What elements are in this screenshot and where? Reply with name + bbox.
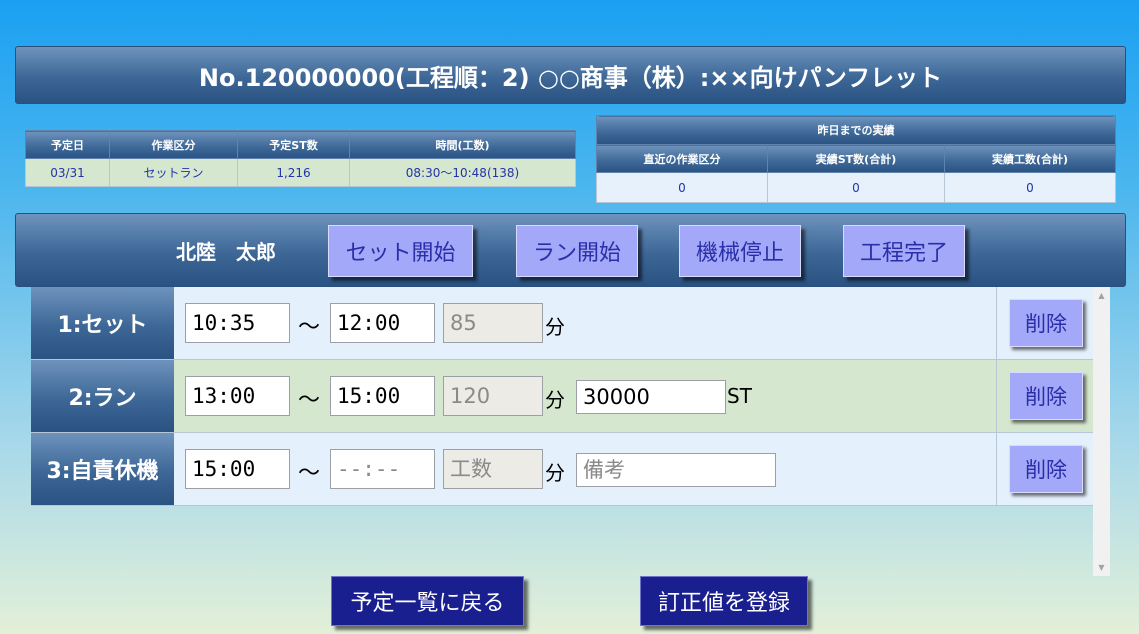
schedule-time: 08:30～10:48(138)	[349, 158, 576, 187]
vertical-scrollbar[interactable]: ▲ ▼	[1093, 287, 1110, 576]
schedule-header-st: 予定ST数	[237, 130, 350, 159]
minutes-unit: 分	[545, 315, 565, 339]
actual-header-st: 実績ST数(合計)	[767, 144, 945, 173]
note-input[interactable]	[576, 453, 776, 487]
page-title: No.120000000(工程順：2) ○○商事（株）:××向けパンフレット	[15, 46, 1126, 104]
row-body: ～ 分	[174, 433, 996, 505]
actual-header-type: 直近の作業区分	[596, 144, 768, 173]
minutes-field	[443, 449, 543, 489]
row-label: 3:自責休機	[31, 433, 174, 505]
run-start-button[interactable]: ラン開始	[516, 225, 638, 277]
tilde-separator: ～	[298, 388, 321, 413]
row-label: 2:ラン	[31, 360, 174, 432]
start-time-input[interactable]	[185, 449, 290, 489]
schedule-date: 03/31	[25, 158, 110, 187]
delete-button[interactable]: 削除	[1009, 299, 1083, 347]
minutes-unit: 分	[545, 461, 565, 485]
actual-header-hours: 実績工数(合計)	[944, 144, 1116, 173]
delete-button[interactable]: 削除	[1009, 372, 1083, 420]
start-time-input[interactable]	[185, 376, 290, 416]
schedule-header-date: 予定日	[25, 130, 110, 159]
actual-hours: 0	[944, 172, 1116, 203]
end-time-input[interactable]	[330, 449, 435, 489]
register-correction-button[interactable]: 訂正値を登録	[640, 576, 808, 626]
process-complete-button[interactable]: 工程完了	[843, 225, 965, 277]
machine-stop-button[interactable]: 機械停止	[679, 225, 801, 277]
row-actions: 削除	[996, 360, 1093, 432]
row-label: 1:セット	[31, 287, 174, 359]
end-time-input[interactable]	[330, 303, 435, 343]
tilde-separator: ～	[298, 461, 321, 486]
row-body: ～ 分	[174, 287, 996, 359]
schedule-table: 予定日 作業区分 予定ST数 時間(工数) 03/31 セットラン 1,216 …	[25, 130, 576, 187]
actual-table: 昨日までの実績 直近の作業区分 実績ST数(合計) 実績工数(合計) 0 0 0	[596, 115, 1116, 203]
scroll-down-icon[interactable]: ▼	[1093, 559, 1110, 576]
tilde-separator: ～	[298, 315, 321, 340]
row-body: ～ 分 ST	[174, 360, 996, 432]
row-actions: 削除	[996, 287, 1093, 359]
work-row: 3:自責休機 ～ 分 削除	[31, 433, 1093, 506]
minutes-unit: 分	[545, 388, 565, 412]
start-time-input[interactable]	[185, 303, 290, 343]
work-rows: 1:セット ～ 分 削除 2:ラン ～ 分 ST 削除 3:自責休機	[31, 287, 1093, 506]
back-to-list-button[interactable]: 予定一覧に戻る	[331, 576, 524, 626]
minutes-field	[443, 376, 543, 416]
work-row: 2:ラン ～ 分 ST 削除	[31, 360, 1093, 433]
minutes-field	[443, 303, 543, 343]
st-count-input[interactable]	[576, 380, 726, 414]
operator-name: 北陸 太郎	[176, 240, 276, 264]
actual-title: 昨日までの実績	[596, 115, 1116, 145]
schedule-type: セットラン	[109, 158, 238, 187]
operation-bar: 北陸 太郎 セット開始 ラン開始 機械停止 工程完了	[15, 213, 1126, 287]
st-unit: ST	[727, 384, 752, 408]
schedule-st: 1,216	[237, 158, 350, 187]
set-start-button[interactable]: セット開始	[328, 225, 473, 277]
work-row: 1:セット ～ 分 削除	[31, 287, 1093, 360]
scroll-up-icon[interactable]: ▲	[1093, 287, 1110, 304]
actual-type: 0	[596, 172, 768, 203]
end-time-input[interactable]	[330, 376, 435, 416]
schedule-header-type: 作業区分	[109, 130, 238, 159]
actual-st: 0	[767, 172, 945, 203]
delete-button[interactable]: 削除	[1009, 445, 1083, 493]
schedule-header-time: 時間(工数)	[349, 130, 576, 159]
row-actions: 削除	[996, 433, 1093, 505]
